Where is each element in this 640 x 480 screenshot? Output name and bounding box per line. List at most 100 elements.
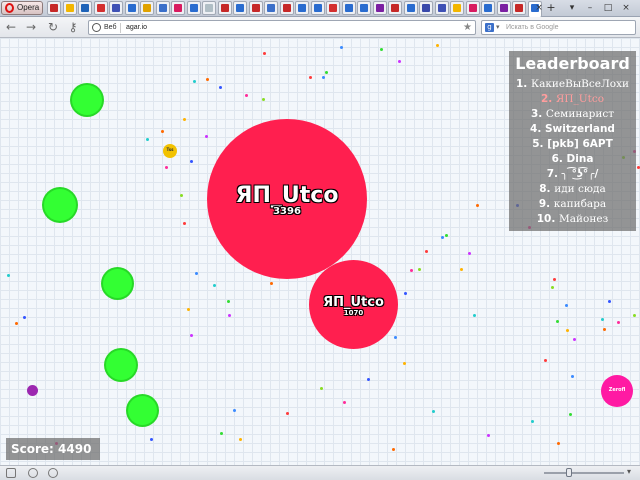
browser-tab[interactable] — [279, 1, 294, 15]
food-pellet — [487, 434, 490, 437]
forward-button[interactable]: → — [24, 20, 38, 34]
tab-favicon-icon — [453, 4, 461, 12]
enemy-cell-pink: Zerofl — [601, 375, 633, 407]
enemy-cell-name: Zerofl — [608, 387, 626, 393]
browser-tab[interactable] — [403, 1, 418, 15]
close-window-button[interactable]: × — [620, 1, 632, 15]
browser-tab[interactable] — [93, 1, 108, 15]
food-pellet — [219, 86, 222, 89]
tab-favicon-icon — [220, 4, 229, 12]
opera-menu-button[interactable]: Opera — [1, 1, 43, 15]
leaderboard-name: КакиеВыВсеЛохи — [530, 78, 629, 90]
food-pellet — [262, 98, 265, 101]
leaderboard-rank: 6. — [551, 153, 563, 165]
browser-tab[interactable] — [326, 1, 340, 15]
browser-tab[interactable] — [372, 1, 387, 15]
tab-favicon-icon — [50, 4, 58, 12]
key-icon[interactable]: ⚷ — [66, 20, 80, 34]
browser-tab[interactable] — [295, 1, 309, 15]
browser-tab[interactable] — [264, 1, 278, 15]
panel-toggle-icon[interactable] — [6, 468, 16, 478]
close-tab-icon[interactable]: × — [533, 1, 545, 15]
food-pellet — [404, 292, 407, 295]
search-field[interactable]: g ▾ Искать в Google — [481, 20, 636, 35]
food-pellet — [187, 308, 190, 311]
food-pellet — [473, 314, 476, 317]
browser-tab[interactable] — [496, 1, 511, 15]
browser-tab[interactable] — [155, 1, 170, 15]
browser-tab[interactable] — [357, 1, 371, 15]
browser-tab[interactable] — [186, 1, 201, 15]
food-pellet — [193, 80, 196, 83]
browser-tab[interactable] — [233, 1, 247, 15]
google-icon[interactable]: g — [485, 23, 494, 32]
browser-tab[interactable] — [310, 1, 325, 15]
tab-menu-icon[interactable]: ▾ — [566, 1, 578, 15]
zoom-slider-thumb[interactable] — [566, 468, 572, 477]
zoom-slider-track[interactable] — [544, 472, 624, 474]
food-pellet — [205, 135, 208, 138]
browser-tab[interactable] — [217, 1, 232, 15]
browser-tab[interactable] — [341, 1, 356, 15]
food-pellet — [23, 316, 26, 319]
food-pellet — [343, 401, 346, 404]
browser-tab[interactable] — [62, 1, 77, 15]
food-pellet — [286, 412, 289, 415]
browser-tab[interactable] — [202, 1, 216, 15]
food-pellet — [398, 60, 401, 63]
tab-favicon-icon — [298, 4, 306, 12]
speed-dial-icon[interactable] — [48, 468, 58, 478]
maximize-button[interactable]: □ — [602, 1, 614, 15]
game-canvas[interactable]: Tss Zerofl ЯП_Utco 3396 ЯП_Utco 1070 Lea… — [0, 38, 640, 465]
browser-tab[interactable] — [419, 1, 433, 15]
navigation-bar: ← → ↻ ⚷ Веб agar.io ★ g ▾ Искать в Googl… — [0, 17, 640, 38]
browser-tab[interactable] — [124, 1, 139, 15]
browser-tab[interactable] — [388, 1, 402, 15]
leaderboard-entry: 1. КакиеВыВсеЛохи — [509, 77, 636, 92]
leaderboard-rank: 1. — [515, 78, 528, 90]
food-pellet — [161, 130, 164, 133]
food-pellet — [206, 78, 209, 81]
browser-tab[interactable] — [78, 1, 92, 15]
enemy-cell-name: Tss — [166, 147, 174, 152]
browser-tab[interactable] — [481, 1, 495, 15]
address-bar[interactable]: Веб agar.io ★ — [88, 20, 476, 35]
browser-tab[interactable] — [465, 1, 480, 15]
leaderboard-rank: 3. — [530, 108, 543, 120]
status-bar: ▾ — [0, 465, 640, 480]
food-pellet — [531, 420, 534, 423]
leaderboard-entry: 10. Майонез — [509, 212, 636, 227]
leaderboard-rank: 10. — [536, 213, 556, 225]
search-engine-dropdown-icon[interactable]: ▾ — [496, 21, 500, 34]
new-tab-button[interactable]: + — [545, 1, 557, 15]
browser-tab[interactable] — [171, 1, 185, 15]
tab-favicon-icon — [189, 4, 198, 12]
food-pellet — [617, 321, 620, 324]
minimize-button[interactable]: – — [584, 1, 596, 15]
zoom-menu-icon[interactable]: ▾ — [627, 467, 631, 476]
browser-tab[interactable] — [248, 1, 263, 15]
browser-tab[interactable] — [450, 1, 464, 15]
food-pellet — [227, 300, 230, 303]
back-button[interactable]: ← — [4, 20, 18, 34]
browser-tab[interactable] — [109, 1, 123, 15]
food-pellet — [392, 448, 395, 451]
browser-tab[interactable] — [434, 1, 449, 15]
cloud-icon[interactable] — [28, 468, 38, 478]
browser-tab[interactable] — [140, 1, 154, 15]
leaderboard-name: Dina — [566, 153, 594, 165]
player-cell-mass: 1070 — [343, 309, 364, 317]
reload-button[interactable]: ↻ — [46, 20, 60, 34]
bookmark-star-icon[interactable]: ★ — [463, 21, 472, 34]
food-pellet — [601, 318, 604, 321]
browser-tab[interactable] — [512, 1, 526, 15]
food-pellet — [309, 76, 312, 79]
food-pellet — [425, 250, 428, 253]
leaderboard-rank: 4. — [530, 123, 542, 135]
tab-favicon-icon — [313, 4, 322, 12]
browser-tab[interactable] — [47, 1, 61, 15]
food-pellet — [553, 278, 556, 281]
leaderboard-panel: Leaderboard 1. КакиеВыВсеЛохи 2. ЯП_Utco 3… — [509, 51, 636, 231]
food-pellet — [565, 304, 568, 307]
food-pellet — [190, 334, 193, 337]
